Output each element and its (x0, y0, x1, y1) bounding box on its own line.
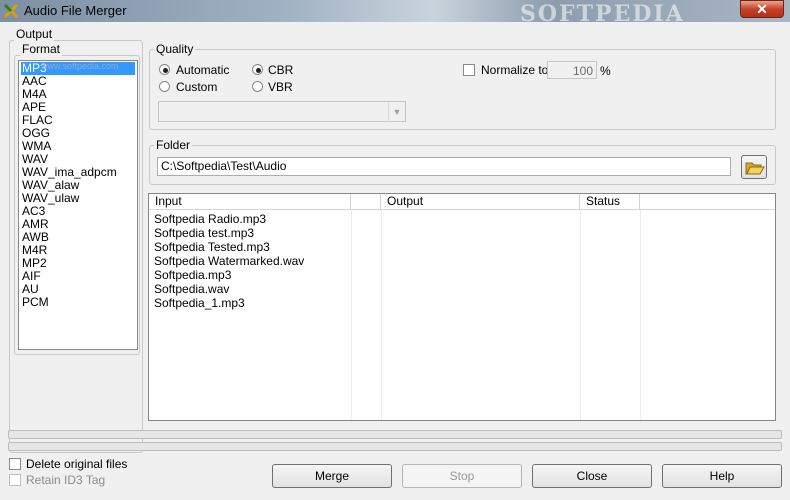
custom-radio[interactable] (159, 81, 170, 92)
app-icon (3, 3, 19, 19)
delete-original-label: Delete original files (26, 457, 128, 471)
input-file-cell: Softpedia Watermarked.wav (154, 254, 305, 268)
help-button[interactable]: Help (662, 464, 782, 488)
window-close-button[interactable]: ✕ (740, 0, 784, 18)
chevron-down-icon: ▼ (388, 102, 405, 122)
column-header-input[interactable]: Input (149, 194, 351, 210)
cbr-label: CBR (268, 63, 294, 77)
format-list[interactable]: MP3 AAC M4A APE FLAC OGG WMA WAV WAV_ima_adpcm WA… (18, 60, 138, 350)
table-row[interactable]: Softpedia Radio.mp3 (149, 212, 775, 226)
table-row[interactable]: Softpedia test.mp3 (149, 226, 775, 240)
normalize-value-field[interactable]: 100 (547, 61, 597, 79)
output-group-label: Output (14, 27, 55, 41)
column-header-status[interactable]: Status (580, 194, 640, 210)
window-title: Audio File Merger (24, 3, 127, 18)
format-list-item[interactable]: PCM (21, 296, 135, 309)
table-row[interactable]: Softpedia_1.mp3 (149, 296, 775, 310)
table-row[interactable]: Softpedia Tested.mp3 (149, 240, 775, 254)
input-file-cell: Softpedia.wav (154, 282, 230, 296)
input-file-cell: Softpedia.mp3 (154, 268, 232, 282)
list-watermark: www.softpedia.com (41, 61, 119, 71)
progress-bar-file (8, 430, 782, 439)
quality-group-label: Quality (154, 42, 196, 56)
normalize-unit: % (600, 64, 611, 78)
vbr-radio[interactable] (252, 81, 263, 92)
format-group-label: Format (20, 42, 63, 56)
input-file-cell: Softpedia Tested.mp3 (154, 240, 270, 254)
cbr-radio[interactable] (252, 64, 263, 75)
merge-button[interactable]: Merge (272, 464, 392, 488)
table-row[interactable]: Softpedia.mp3 (149, 268, 775, 282)
input-file-cell: Softpedia_1.mp3 (154, 296, 245, 310)
stop-button[interactable]: Stop (402, 464, 522, 488)
progress-bar-total (8, 442, 782, 451)
close-button[interactable]: Close (532, 464, 652, 488)
custom-label: Custom (176, 80, 218, 94)
folder-open-icon (745, 162, 765, 175)
files-table[interactable]: Input Output Status Softpedia Radio.mp3 S… (148, 193, 776, 421)
normalize-checkbox[interactable] (463, 64, 475, 76)
column-header-extra[interactable] (640, 194, 775, 210)
automatic-radio[interactable] (159, 64, 170, 75)
table-row[interactable]: Softpedia.wav (149, 282, 775, 296)
normalize-label: Normalize to (481, 63, 549, 77)
browse-folder-button[interactable] (741, 155, 767, 179)
input-file-cell: Softpedia Radio.mp3 (154, 212, 267, 226)
vbr-label: VBR (268, 80, 293, 94)
close-icon: ✕ (756, 1, 768, 17)
column-header-output[interactable]: Output (381, 194, 580, 210)
title-watermark: SOFTPEDIA (520, 1, 685, 27)
bitrate-combo[interactable]: ▼ (158, 101, 406, 122)
automatic-label: Automatic (176, 63, 230, 77)
folder-path-field[interactable]: C:\Softpedia\Test\Audio (157, 157, 731, 176)
table-row[interactable]: Softpedia Watermarked.wav (149, 254, 775, 268)
folder-group-label: Folder (154, 138, 193, 152)
retain-id3-checkbox[interactable] (9, 474, 21, 486)
retain-id3-label: Retain ID3 Tag (26, 473, 106, 487)
column-header-blank[interactable] (351, 194, 381, 210)
input-file-cell: Softpedia test.mp3 (154, 226, 255, 240)
delete-original-checkbox[interactable] (9, 458, 21, 470)
